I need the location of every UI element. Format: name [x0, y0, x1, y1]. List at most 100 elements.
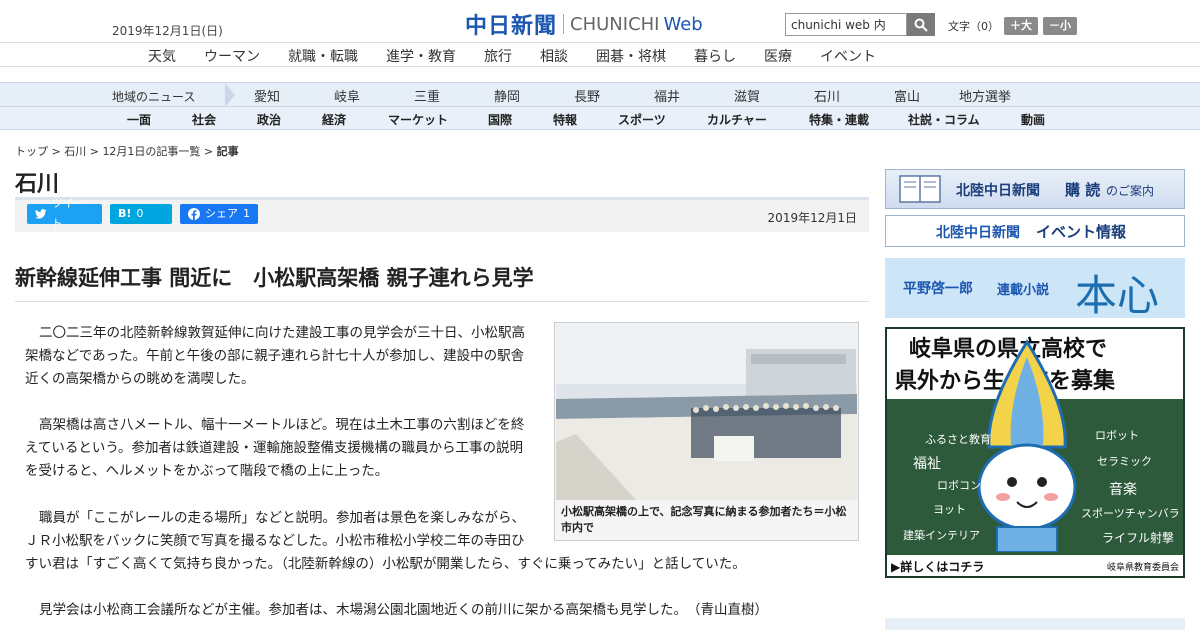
- gifu-school-ad[interactable]: 岐阜県の県立高校で 県外から生 徒を募集 ふるさと教育 ロボット 福祉 セラミッ…: [885, 327, 1185, 578]
- section-item[interactable]: スポーツ: [618, 111, 666, 128]
- section-item[interactable]: 社会: [192, 111, 216, 128]
- novel-title: 本心: [1075, 271, 1160, 320]
- main-nav: 天気 ウーマン 就職・転職 進学・教育 旅行 相談 囲碁・将棋 暮らし 医療 イ…: [0, 42, 1200, 67]
- facebook-icon: [188, 208, 200, 220]
- breadcrumb-current: 記事: [216, 145, 239, 158]
- facebook-label: シェア: [205, 207, 238, 220]
- novel-label: 連載小説: [997, 283, 1050, 298]
- events-title: イベント情報: [1036, 223, 1127, 241]
- section-item[interactable]: 特報: [553, 111, 577, 128]
- article-photo-figure: 小松駅高架橋の上で、記念写真に納まる参加者たち＝小松市内で: [554, 322, 859, 541]
- breadcrumb: トップ > 石川 > 12月1日の記事一覧 > 記事: [15, 143, 239, 159]
- breadcrumb-sep: >: [200, 145, 217, 158]
- article-text-line: すい君は「すごく高くて気持ち良かった。（北陸新幹線の）小松駅が開業したら、すぐに…: [25, 556, 746, 572]
- subscribe-banner[interactable]: 北陸中日新聞 購 読 のご案内: [885, 169, 1185, 209]
- article-text-line: 高架橋は高さ八メートル、幅十一メートルほど。現在は土木工事の六割ほどを終: [39, 417, 525, 433]
- hatena-icon: B!: [118, 207, 132, 220]
- region-item[interactable]: 地方選挙: [959, 86, 1011, 105]
- region-item[interactable]: 静岡: [494, 86, 520, 105]
- newspaper-icon: [899, 175, 941, 203]
- ad-sponsor: 岐阜県教育委員会: [1106, 563, 1179, 573]
- nav-item[interactable]: 就職・転職: [288, 46, 358, 66]
- breadcrumb-sep: >: [86, 145, 103, 158]
- section-item[interactable]: 経済: [322, 111, 346, 128]
- region-nav-label: 地域のニュース: [112, 90, 196, 104]
- nav-item[interactable]: 天気: [148, 46, 176, 66]
- article-photo[interactable]: [556, 324, 857, 500]
- ad-topic: ロボット: [1095, 429, 1139, 442]
- twitter-label: ツイート: [51, 197, 85, 230]
- ad-cta[interactable]: ▶詳しくはコチラ: [891, 558, 984, 575]
- ad-topic: ライフル射撃: [1102, 531, 1175, 545]
- breadcrumb-list[interactable]: 12月1日の記事一覧: [102, 145, 200, 158]
- region-item[interactable]: 愛知: [254, 86, 280, 105]
- events-banner[interactable]: 北陸中日新聞 イベント情報: [885, 215, 1185, 247]
- nav-item[interactable]: 暮らし: [694, 46, 736, 66]
- region-item[interactable]: 石川: [814, 86, 840, 105]
- headline-rule: [15, 301, 869, 302]
- section-item[interactable]: マーケット: [388, 111, 448, 128]
- photo-caption: 小松駅高架橋の上で、記念写真に納まる参加者たち＝小松市内で: [561, 505, 847, 534]
- region-item[interactable]: 長野: [574, 86, 600, 105]
- publish-date: 2019年12月1日: [767, 211, 857, 225]
- site-header: 2019年12月1日(日) 中日新聞 CHUNICHI Web 文字（0） ＋大…: [0, 0, 1200, 42]
- ad-topic: セラミック: [1097, 455, 1152, 468]
- subscribe-name: 北陸中日新聞: [956, 183, 1040, 199]
- hatena-bookmark-button[interactable]: B! 0: [110, 204, 172, 224]
- section-item[interactable]: 国際: [488, 111, 512, 128]
- site-logo[interactable]: 中日新聞 CHUNICHI Web: [465, 8, 703, 40]
- breadcrumb-pref[interactable]: 石川: [64, 145, 86, 158]
- search-icon: [914, 18, 928, 32]
- ad-topic: ヨット: [933, 503, 966, 516]
- search-button[interactable]: [907, 13, 935, 36]
- search-input[interactable]: [785, 13, 907, 36]
- nav-item[interactable]: 相談: [540, 46, 568, 66]
- ad-topic: 建築インテリア: [903, 529, 980, 542]
- breadcrumb-top[interactable]: トップ: [15, 145, 48, 158]
- sidebar-next-block: [885, 618, 1185, 630]
- font-size-control: 文字（0） ＋大 －小: [948, 17, 1077, 35]
- nav-item[interactable]: 医療: [764, 46, 792, 66]
- region-item[interactable]: 三重: [414, 86, 440, 105]
- novel-author: 平野啓一郎: [903, 281, 973, 297]
- ad-topic: ロボコン: [937, 479, 981, 492]
- section-item[interactable]: 動画: [1021, 111, 1045, 128]
- ad-footer: ▶詳しくはコチラ 岐阜県教育委員会: [887, 555, 1183, 576]
- subscribe-keyword: 購 読: [1065, 181, 1101, 199]
- ad-topic: 福祉: [913, 456, 941, 472]
- breadcrumb-sep: >: [48, 145, 65, 158]
- nav-item[interactable]: 旅行: [484, 46, 512, 66]
- article-text-line: えているという。参加者は鉄道建設・運輸施設整備支援機構の職員から工事の説明: [25, 440, 524, 456]
- nav-item[interactable]: イベント: [820, 46, 876, 66]
- article-text-line: ＪＲ小松駅をバックに笑顔で写真を撮るなどした。小松市稚松小学校二年の寺田ひ: [25, 533, 525, 549]
- font-size-down-button[interactable]: －小: [1043, 17, 1077, 35]
- novel-banner[interactable]: 平野啓一郎 連載小説 本心: [885, 258, 1185, 320]
- hatena-count: 0: [136, 207, 144, 220]
- twitter-share-button[interactable]: ツイート: [27, 197, 102, 230]
- nav-item[interactable]: 囲碁・将棋: [596, 46, 666, 66]
- group-photo-illustration: [556, 324, 857, 500]
- region-item[interactable]: 滋賀: [734, 86, 760, 105]
- logo-separator: [563, 14, 565, 34]
- facebook-share-button[interactable]: シェア 1: [180, 204, 258, 224]
- article-text-line: 見学会は小松商工会議所などが主催。参加者は、木場潟公園北園地近くの前川に架かる高…: [39, 602, 768, 618]
- region-item[interactable]: 福井: [654, 86, 680, 105]
- logo-kanji: 中日新聞: [465, 14, 558, 39]
- section-item[interactable]: 一面: [127, 111, 151, 128]
- section-item[interactable]: 社説・コラム: [908, 111, 980, 128]
- article-text-line: を受けると、ヘルメットをかぶって階段で橋の上に上った。: [25, 463, 389, 479]
- font-size-up-button[interactable]: ＋大: [1004, 17, 1038, 35]
- section-item[interactable]: 政治: [257, 111, 281, 128]
- article-text-line: 架橋などであった。午前と午後の部に親子連れら計七十人が参加し、建設中の駅舎: [25, 348, 525, 364]
- header-date: 2019年12月1日(日): [112, 24, 223, 38]
- ad-topic: ふるさと教育: [925, 433, 991, 446]
- section-item[interactable]: 特集・連載: [809, 111, 869, 128]
- region-item[interactable]: 富山: [894, 86, 920, 105]
- nav-item[interactable]: ウーマン: [204, 46, 260, 66]
- logo-en: CHUNICHI: [570, 13, 660, 35]
- article-text-line: 近くの高架橋からの眺めを満喫した。: [25, 371, 255, 387]
- nav-item[interactable]: 進学・教育: [386, 46, 456, 66]
- section-item[interactable]: カルチャー: [707, 111, 767, 128]
- region-nav: 地域のニュース 愛知 岐阜 三重 静岡 長野 福井 滋賀 石川 富山 地方選挙: [0, 82, 1200, 107]
- region-item[interactable]: 岐阜: [334, 86, 360, 105]
